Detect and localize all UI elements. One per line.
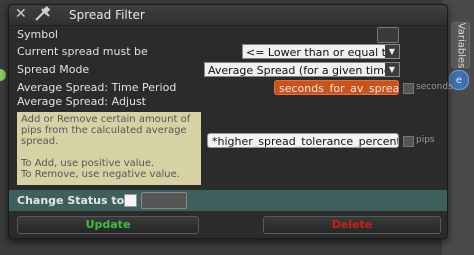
adjust-input[interactable]: *higher_spread_tolerance_percent% xyxy=(207,133,399,148)
delete-button[interactable]: Delete xyxy=(263,216,441,234)
help-line xyxy=(21,147,197,158)
help-line: To Add, use positive value. xyxy=(21,158,155,169)
symbol-label: Symbol xyxy=(17,28,58,41)
spread-filter-dialog: ✕ Spread Filter Symbol Current spread mu… xyxy=(8,4,453,239)
change-status-row: Change Status to xyxy=(9,190,447,211)
help-line: pips from the calculated average xyxy=(21,125,187,136)
update-button[interactable]: Update xyxy=(17,216,199,234)
help-line: spread. xyxy=(21,136,59,147)
variables-tab[interactable]: Variables xyxy=(451,22,470,68)
adjust-checkbox[interactable] xyxy=(403,136,414,147)
time-period-label: Average Spread: Time Period xyxy=(17,81,177,94)
pin-icon[interactable] xyxy=(33,6,53,26)
change-status-checkbox[interactable] xyxy=(124,194,137,207)
current-spread-label: Current spread must be xyxy=(17,45,148,58)
dialog-body: Symbol Current spread must be <= Lower t… xyxy=(9,26,453,238)
stage: Variables e ✕ Spread Filter Symbol Curre… xyxy=(0,0,474,255)
spread-mode-label: Spread Mode xyxy=(17,63,90,76)
dialog-title: Spread Filter xyxy=(69,8,145,22)
help-line: To Remove, use negative value. xyxy=(21,169,180,180)
spread-mode-value: Average Spread (for a given time) xyxy=(208,64,395,77)
change-status-label: Change Status to xyxy=(17,194,125,207)
symbol-field[interactable] xyxy=(377,27,399,43)
chevron-down-icon: ▼ xyxy=(385,63,399,76)
help-line: Add or Remove certain amount of xyxy=(21,114,191,125)
adjust-label: Average Spread: Adjust xyxy=(17,95,146,108)
time-period-checkbox[interactable] xyxy=(403,83,414,94)
left-edge-indicator xyxy=(0,69,6,81)
close-icon[interactable]: ✕ xyxy=(15,6,27,22)
help-text-box: Add or Remove certain amount of pips fro… xyxy=(17,112,201,185)
title-bar[interactable]: ✕ Spread Filter xyxy=(9,5,447,26)
time-period-input[interactable]: seconds_for_av_spread xyxy=(274,80,399,95)
current-spread-select[interactable]: <= Lower than or equal to ▼ xyxy=(242,44,400,59)
adjust-unit: pips xyxy=(416,135,435,145)
change-status-input[interactable] xyxy=(141,192,187,209)
spread-mode-select[interactable]: Average Spread (for a given time) ▼ xyxy=(204,62,400,77)
time-period-unit: seconds xyxy=(416,82,453,92)
chevron-down-icon: ▼ xyxy=(385,45,399,58)
current-spread-value: <= Lower than or equal to xyxy=(246,46,393,59)
